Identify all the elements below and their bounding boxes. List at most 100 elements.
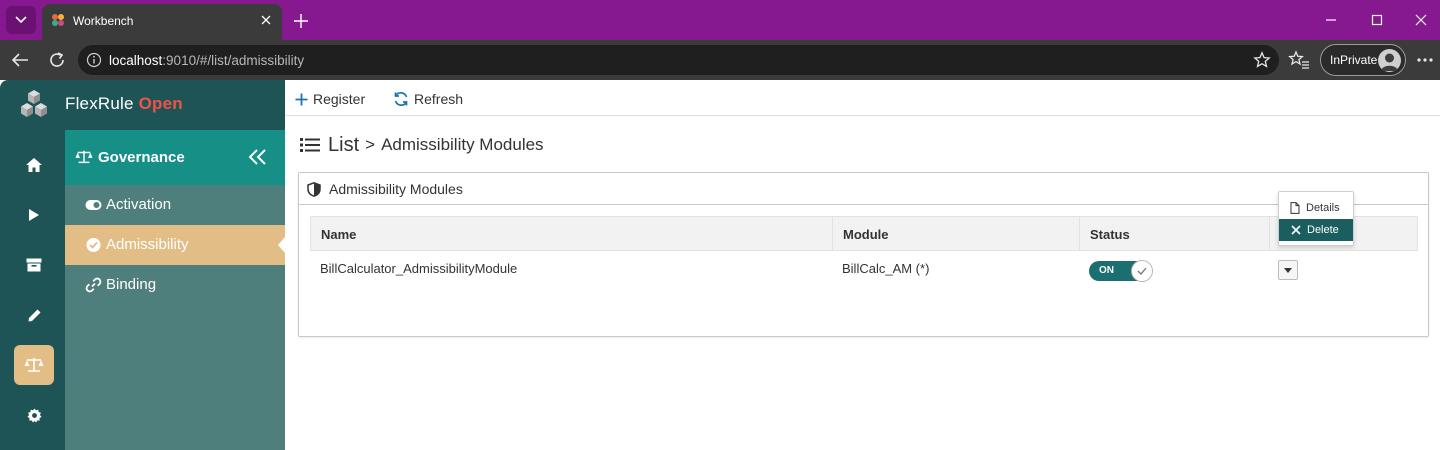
info-icon bbox=[86, 52, 102, 68]
maximize-icon bbox=[1371, 14, 1383, 26]
url-field[interactable]: localhost:9010/#/list/admissibility bbox=[78, 45, 1279, 75]
double-chevron-left-icon[interactable] bbox=[248, 148, 268, 166]
actions-dropdown-button[interactable] bbox=[1278, 260, 1298, 280]
person-icon bbox=[1381, 53, 1398, 71]
balance-scale-icon bbox=[75, 150, 93, 164]
modules-panel: Admissibility Modules Name Module Status… bbox=[298, 172, 1429, 337]
sidebar-archive-button[interactable] bbox=[14, 245, 54, 285]
menu-item-label: Details bbox=[1306, 202, 1340, 214]
avatar bbox=[1378, 49, 1401, 72]
main-content: Register Refresh List > Admissibility Mo… bbox=[285, 80, 1440, 450]
status-toggle[interactable]: ON bbox=[1089, 260, 1153, 282]
close-window-button[interactable] bbox=[1410, 10, 1432, 30]
reload-icon bbox=[50, 52, 64, 67]
sidebar-run-button[interactable] bbox=[14, 195, 54, 235]
check-icon bbox=[1137, 267, 1147, 275]
list-icon bbox=[300, 138, 320, 152]
inprivate-label: InPrivate bbox=[1330, 53, 1378, 67]
browser-tab-bar: Workbench bbox=[0, 0, 1440, 40]
subnav-item-activation[interactable]: Activation bbox=[65, 185, 285, 225]
close-icon bbox=[1415, 14, 1427, 26]
inprivate-badge[interactable]: InPrivate bbox=[1320, 44, 1406, 76]
home-icon bbox=[26, 158, 42, 172]
tab-actions-button[interactable] bbox=[6, 6, 36, 34]
url-host: localhost bbox=[109, 53, 163, 68]
favicon-icon bbox=[52, 14, 64, 26]
url-path: :9010/#/list/admissibility bbox=[162, 53, 305, 68]
panel-header: Admissibility Modules bbox=[299, 173, 1428, 205]
status-toggle-label: ON bbox=[1099, 265, 1114, 276]
governance-subnav: Governance Activation Admissibility Bind… bbox=[65, 130, 285, 450]
brand-edition: Open bbox=[138, 94, 183, 113]
cell-status: ON bbox=[1079, 251, 1269, 289]
file-icon bbox=[1290, 202, 1300, 214]
play-icon bbox=[29, 209, 39, 221]
menu-item-delete[interactable]: Delete bbox=[1279, 219, 1353, 241]
sidebar-edit-button[interactable] bbox=[14, 295, 54, 335]
column-header-status[interactable]: Status bbox=[1080, 217, 1270, 250]
balance-scale-icon bbox=[24, 358, 44, 372]
chevron-down-icon bbox=[15, 16, 27, 24]
refresh-button[interactable]: Refresh bbox=[393, 89, 463, 109]
register-label: Register bbox=[313, 91, 366, 107]
check-circle-icon bbox=[86, 238, 101, 252]
sidebar-governance-button[interactable] bbox=[14, 345, 54, 385]
refresh-icon bbox=[394, 91, 408, 107]
table-row[interactable]: BillCalculator_AdmissibilityModule BillC… bbox=[310, 251, 1418, 289]
minimize-icon bbox=[1326, 19, 1336, 21]
icon-sidebar bbox=[0, 130, 65, 450]
favorites-icon[interactable] bbox=[1288, 50, 1310, 70]
shield-icon bbox=[307, 182, 321, 197]
brand-header: FlexRule Open bbox=[0, 80, 285, 130]
subnav-header: Governance bbox=[65, 130, 285, 185]
archive-icon bbox=[26, 258, 42, 272]
browser-tab[interactable]: Workbench bbox=[42, 4, 282, 40]
maximize-button[interactable] bbox=[1366, 10, 1388, 30]
new-tab-button[interactable] bbox=[290, 10, 312, 32]
page-title: List > Admissibility Modules bbox=[300, 134, 544, 156]
tab-title: Workbench bbox=[73, 14, 134, 28]
close-icon bbox=[261, 15, 271, 25]
cell-module: BillCalc_AM (*) bbox=[842, 261, 930, 276]
reload-button[interactable] bbox=[44, 48, 70, 72]
minimize-button[interactable] bbox=[1320, 10, 1342, 30]
menu-item-details[interactable]: Details bbox=[1279, 197, 1353, 219]
brand-name: FlexRule Open bbox=[65, 94, 183, 114]
gear-icon bbox=[26, 407, 42, 423]
subnav-item-label: Binding bbox=[106, 276, 157, 293]
toolbar: Register Refresh bbox=[285, 80, 1440, 116]
subnav-item-label: Admissibility bbox=[106, 236, 189, 253]
cubes-logo-icon bbox=[21, 90, 47, 117]
column-header-name[interactable]: Name bbox=[311, 217, 833, 250]
star-icon[interactable] bbox=[1253, 51, 1271, 69]
panel-title: Admissibility Modules bbox=[329, 181, 463, 197]
app-frame: FlexRule Open Governance Activation Admi… bbox=[0, 80, 1440, 450]
subnav-item-label: Activation bbox=[106, 196, 172, 213]
plus-icon bbox=[294, 14, 308, 28]
sidebar-home-button[interactable] bbox=[14, 145, 54, 185]
more-options-button[interactable] bbox=[1414, 52, 1436, 68]
breadcrumb-root[interactable]: List bbox=[328, 134, 359, 157]
back-button[interactable] bbox=[7, 48, 33, 72]
toggle-icon bbox=[85, 200, 102, 210]
breadcrumb-separator: > bbox=[365, 135, 376, 154]
ellipsis-icon bbox=[1417, 58, 1433, 62]
register-button[interactable]: Register bbox=[295, 89, 365, 109]
sidebar-settings-button[interactable] bbox=[14, 395, 54, 435]
subnav-item-binding[interactable]: Binding bbox=[65, 265, 285, 305]
caret-down-icon bbox=[1284, 267, 1292, 273]
cell-name: BillCalculator_AdmissibilityModule bbox=[320, 261, 518, 276]
active-pointer bbox=[278, 237, 285, 253]
subnav-item-admissibility[interactable]: Admissibility bbox=[65, 225, 285, 265]
table-header: Name Module Status Actions bbox=[310, 216, 1418, 251]
tab-close-button[interactable] bbox=[258, 12, 274, 28]
actions-menu: Details Delete bbox=[1278, 191, 1354, 246]
brand-product: FlexRule bbox=[65, 94, 134, 113]
arrow-left-icon bbox=[11, 53, 28, 67]
browser-address-bar: localhost:9010/#/list/admissibility InPr… bbox=[0, 40, 1440, 80]
link-icon bbox=[85, 277, 102, 293]
pencil-icon bbox=[28, 309, 40, 321]
column-header-module[interactable]: Module bbox=[833, 217, 1080, 250]
cell-actions bbox=[1269, 251, 1416, 289]
refresh-label: Refresh bbox=[414, 91, 464, 107]
